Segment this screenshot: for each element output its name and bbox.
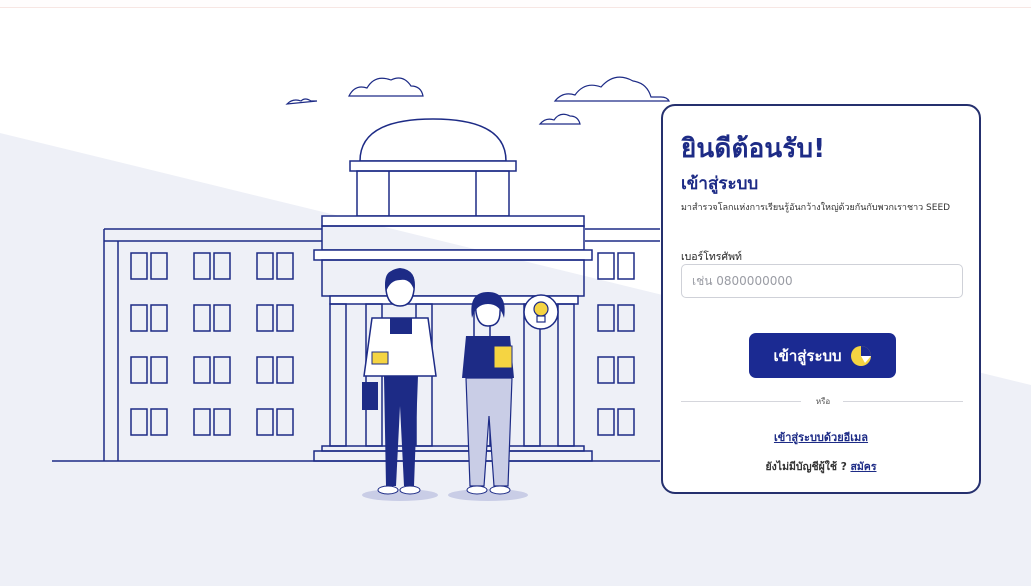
email-login-link[interactable]: เข้าสู่ระบบด้วยอีเมล <box>663 428 979 446</box>
login-button-label: เข้าสู่ระบบ <box>773 346 842 365</box>
login-heading: เข้าสู่ระบบ <box>681 174 759 194</box>
phone-label: เบอร์โทรศัพท์ <box>681 251 742 263</box>
welcome-title: ยินดีต้อนรับ! <box>681 134 826 164</box>
seed-logo-icon <box>850 345 871 366</box>
no-account-text: ยังไม่มีบัญชีผู้ใช้ ? <box>765 461 847 473</box>
login-button[interactable]: เข้าสู่ระบบ <box>749 333 896 378</box>
signup-link[interactable]: สมัคร <box>850 461 876 473</box>
login-description: มาสำรวจโลกแห่งการเรียนรู้อันกว้างใหญ่ด้ว… <box>681 203 951 213</box>
clouds <box>285 76 670 125</box>
phone-input[interactable] <box>681 264 963 298</box>
lightbulb-icon <box>523 294 559 330</box>
login-card: ยินดีต้อนรับ! เข้าสู่ระบบ มาสำรวจโลกแห่ง… <box>661 104 981 494</box>
or-text: หรือ <box>815 397 831 406</box>
signup-row: ยังไม่มีบัญชีผู้ใช้ ? สมัคร <box>663 458 979 475</box>
